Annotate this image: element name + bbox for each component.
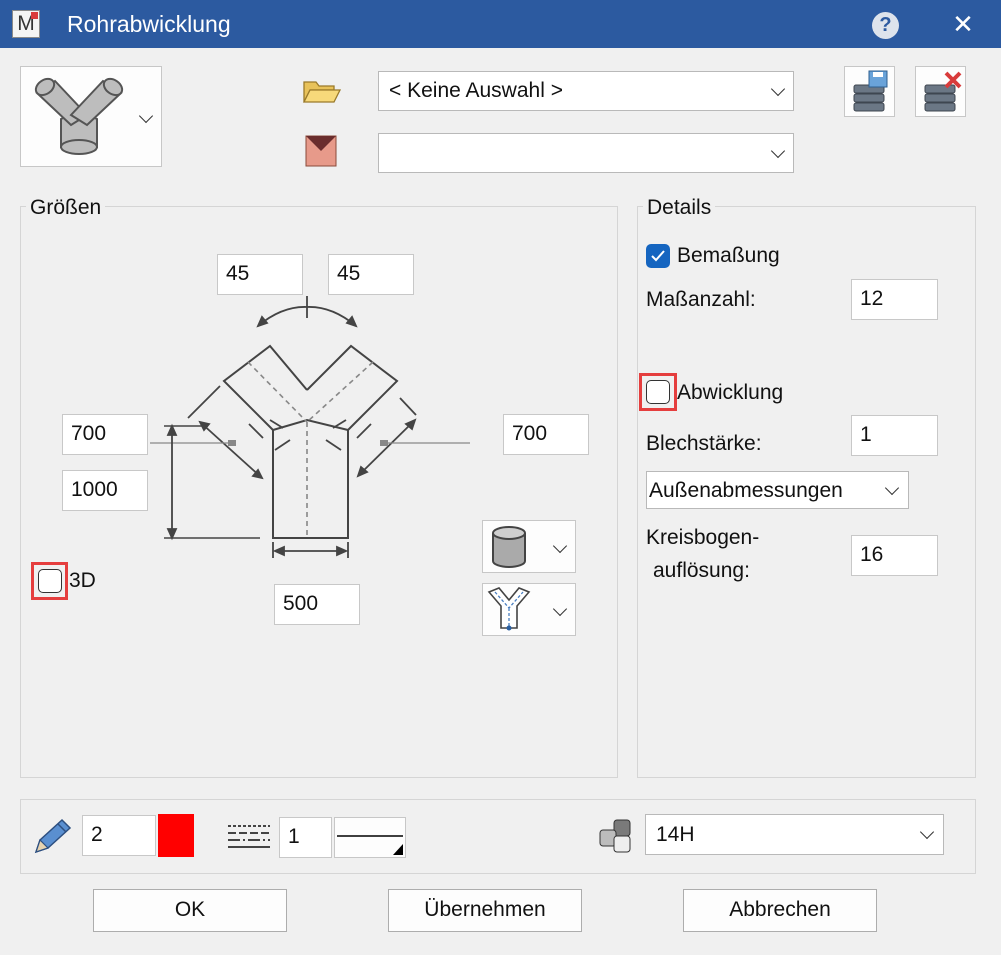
pen-color-swatch[interactable] xyxy=(158,814,194,857)
library-combo[interactable]: < Keine Auswahl > xyxy=(378,71,794,111)
window-title: Rohrabwicklung xyxy=(67,11,231,37)
dimensioning-checkbox[interactable] xyxy=(646,244,670,268)
folder-open-icon xyxy=(302,81,342,103)
format-icon xyxy=(305,135,337,167)
delete-library-button[interactable] xyxy=(915,66,966,117)
dimension-mode-combo[interactable]: Außenabmessungen xyxy=(646,471,909,509)
cylinder-icon xyxy=(492,526,526,568)
right-branch-length-field[interactable]: 700 xyxy=(503,414,589,455)
layer-value: 14H xyxy=(656,823,695,846)
seam-type-combo[interactable] xyxy=(482,583,576,636)
y-pipe-diagram xyxy=(150,296,470,558)
dialog-window: M Rohrabwicklung ? ✕ < Keine Auswahl > G… xyxy=(0,0,1001,955)
linetype-selector[interactable] xyxy=(334,817,406,858)
linetype-icon xyxy=(228,825,270,848)
pen-field[interactable]: 2 xyxy=(82,815,156,856)
total-height-field[interactable]: 1000 xyxy=(62,470,148,511)
arc-resolution-field[interactable]: 16 xyxy=(851,535,938,576)
chevron-down-icon xyxy=(770,81,786,97)
chevron-down-icon xyxy=(770,143,786,159)
left-branch-length-field[interactable]: 700 xyxy=(62,414,148,455)
angle-left-field[interactable]: 45 xyxy=(217,254,303,295)
angle-right-field[interactable]: 45 xyxy=(328,254,414,295)
sheet-thickness-label: Blechstärke: xyxy=(646,432,762,455)
layers-icon xyxy=(599,819,631,853)
arc-resolution-label-1: Kreisbogen- xyxy=(646,526,760,549)
checkmark-icon xyxy=(651,250,665,262)
help-button[interactable]: ? xyxy=(872,12,899,39)
solid-line-icon xyxy=(337,835,403,855)
dimensioning-label: Bemaßung xyxy=(677,244,780,267)
sheet-thickness-field[interactable]: 1 xyxy=(851,415,938,456)
y-pipe-seam-icon xyxy=(487,587,531,631)
body-type-combo[interactable] xyxy=(482,520,576,573)
cancel-button[interactable]: Abbrechen xyxy=(683,889,877,932)
unfold-checkbox[interactable] xyxy=(646,380,670,404)
chevron-down-icon xyxy=(552,538,568,554)
dim-count-field[interactable]: 12 xyxy=(851,279,938,320)
chevron-down-icon xyxy=(884,480,900,496)
database-delete-icon xyxy=(924,71,962,112)
pen-icon xyxy=(34,818,72,854)
width-field[interactable]: 500 xyxy=(274,584,360,625)
three-d-checkbox[interactable] xyxy=(38,569,62,593)
unfold-label: Abwicklung xyxy=(677,381,784,404)
library-combo-value: < Keine Auswahl > xyxy=(389,79,563,102)
close-button[interactable]: ✕ xyxy=(948,8,978,40)
shape-selector-button[interactable] xyxy=(20,66,162,167)
save-library-button[interactable] xyxy=(844,66,895,117)
chevron-down-icon xyxy=(919,824,935,840)
dim-count-label: Maßanzahl: xyxy=(646,288,756,311)
layer-combo[interactable]: 14H xyxy=(645,814,944,855)
chevron-down-icon xyxy=(552,601,568,617)
database-save-icon xyxy=(853,70,888,112)
title-bar: M Rohrabwicklung ? ✕ xyxy=(0,0,1001,48)
arc-resolution-label-2: auflösung: xyxy=(653,559,750,582)
dimension-mode-value: Außenabmessungen xyxy=(649,479,843,502)
app-icon: M xyxy=(12,10,40,38)
linetype-field[interactable]: 1 xyxy=(279,817,332,858)
details-group-title: Details xyxy=(643,196,716,220)
ok-button[interactable]: OK xyxy=(93,889,287,932)
apply-button[interactable]: Übernehmen xyxy=(388,889,582,932)
three-d-label: 3D xyxy=(69,569,96,592)
sizes-group-title: Größen xyxy=(26,196,106,220)
format-combo[interactable] xyxy=(378,133,794,173)
